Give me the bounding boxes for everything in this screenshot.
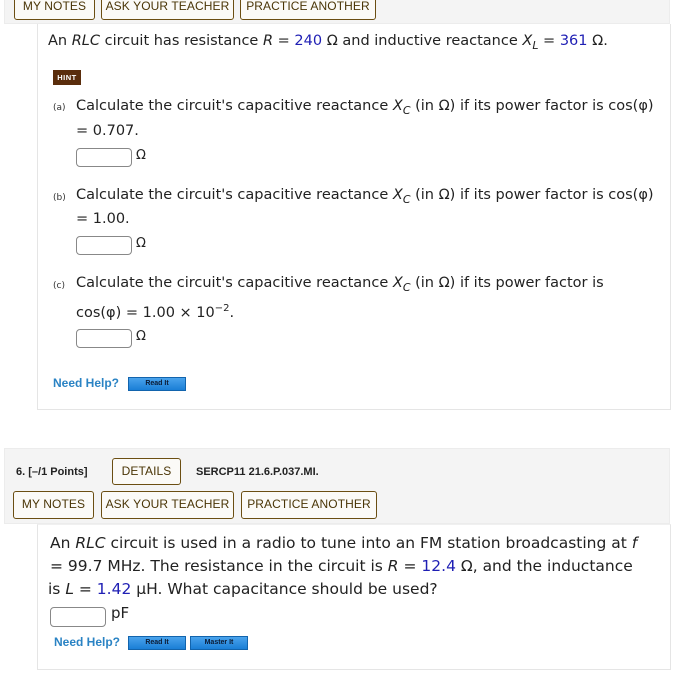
- my-notes-button[interactable]: MY NOTES: [14, 0, 95, 20]
- question-6-line-3: is L = 1.42 μH. What capacitance should …: [48, 578, 438, 601]
- inductive-reactance-value: 361: [559, 33, 588, 49]
- practice-another-button[interactable]: PRACTICE ANOTHER: [240, 0, 376, 20]
- text: =: [398, 557, 422, 575]
- inductance-symbol: L: [65, 580, 74, 598]
- reactance-symbol: X: [522, 33, 533, 49]
- var-symbol: X: [392, 98, 403, 114]
- ask-your-teacher-button[interactable]: ASK YOUR TEACHER: [101, 0, 234, 20]
- inductance-value: 1.42: [96, 580, 132, 598]
- read-it-button[interactable]: Read It: [128, 636, 186, 650]
- text: An: [50, 534, 76, 552]
- part-c-condition: cos(φ) = 1.00 × 10−2.: [76, 303, 234, 321]
- question-6-points: 6. [–/1 Points]: [16, 466, 88, 478]
- rlc-term: RLC: [71, 33, 100, 49]
- question-6-line-1: An RLC circuit is used in a radio to tun…: [50, 532, 637, 555]
- capacitance-answer-input[interactable]: [50, 607, 106, 627]
- part-a-label: (a): [53, 103, 66, 113]
- text: Calculate the circuit's capacitive react…: [76, 98, 393, 114]
- text: circuit is used in a radio to tune into …: [105, 534, 632, 552]
- hint-button[interactable]: HINT: [53, 70, 81, 85]
- text: Ω.: [587, 33, 608, 49]
- part-a-unit: Ω: [136, 148, 146, 163]
- text: (in Ω) if its power factor is cos(φ): [410, 98, 654, 114]
- frequency-symbol: f: [631, 534, 638, 552]
- ask-your-teacher-button[interactable]: ASK YOUR TEACHER: [101, 491, 234, 519]
- part-a-question: Calculate the circuit's capacitive react…: [76, 98, 654, 117]
- rlc-term: RLC: [75, 534, 106, 552]
- part-c-question: Calculate the circuit's capacitive react…: [76, 275, 604, 294]
- question-5-body: [37, 24, 671, 410]
- exponent: −2: [214, 303, 230, 314]
- text: Ω and inductive reactance: [322, 33, 523, 49]
- text: Calculate the circuit's capacitive react…: [76, 275, 393, 291]
- resistance-value: 12.4: [421, 557, 456, 575]
- resistance-value: 240: [294, 33, 323, 49]
- need-help-label: Need Help?: [53, 376, 120, 390]
- part-b-question: Calculate the circuit's capacitive react…: [76, 187, 654, 206]
- text: μH. What capacitance should be used?: [131, 580, 438, 598]
- resistance-symbol: R: [262, 33, 274, 49]
- text: circuit has resistance: [100, 33, 263, 49]
- part-c-label: (c): [53, 281, 65, 291]
- read-it-button[interactable]: Read It: [128, 377, 186, 391]
- part-b-condition: = 1.00.: [76, 211, 130, 227]
- text: = 99.7 MHz. The resistance in the circui…: [50, 557, 388, 575]
- part-a-condition: = 0.707.: [76, 123, 139, 139]
- my-notes-button[interactable]: MY NOTES: [13, 491, 94, 519]
- part-a-answer-input[interactable]: [76, 148, 132, 167]
- text: (in Ω) if its power factor is: [410, 275, 604, 291]
- text: is: [48, 580, 66, 598]
- practice-another-button[interactable]: PRACTICE ANOTHER: [241, 491, 377, 519]
- part-c-unit: Ω: [136, 329, 146, 344]
- var-subscript: C: [402, 281, 411, 294]
- text: =: [538, 33, 560, 49]
- var-subscript: C: [402, 193, 411, 206]
- text: Calculate the circuit's capacitive react…: [76, 187, 393, 203]
- text: Ω, and the inductance: [455, 557, 633, 575]
- part-b-answer-input[interactable]: [76, 236, 132, 255]
- text: An: [48, 33, 72, 49]
- text: (in Ω) if its power factor is cos(φ): [410, 187, 654, 203]
- question-5-statement: An RLC circuit has resistance R = 240 Ω …: [48, 30, 608, 57]
- capacitance-unit: pF: [111, 604, 130, 622]
- part-c-answer-input[interactable]: [76, 329, 132, 348]
- details-button[interactable]: DETAILS: [112, 458, 181, 485]
- part-b-label: (b): [53, 193, 66, 203]
- need-help-label: Need Help?: [54, 635, 121, 649]
- var-symbol: X: [392, 275, 403, 291]
- text: =: [273, 33, 295, 49]
- part-b-unit: Ω: [136, 236, 146, 251]
- question-6-code: SERCP11 21.6.P.037.MI.: [196, 466, 319, 478]
- question-6-line-2: = 99.7 MHz. The resistance in the circui…: [50, 555, 633, 578]
- var-subscript: C: [402, 104, 411, 117]
- text: .: [229, 305, 235, 321]
- master-it-button[interactable]: Master It: [190, 636, 248, 650]
- var-symbol: X: [392, 187, 403, 203]
- text: cos(φ) = 1.00 × 10: [76, 305, 215, 321]
- text: =: [73, 580, 97, 598]
- resistance-symbol: R: [387, 557, 399, 575]
